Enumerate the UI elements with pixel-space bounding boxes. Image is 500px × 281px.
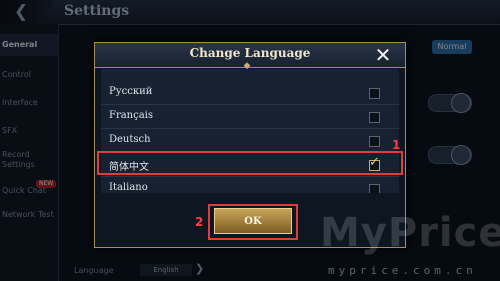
step-marker-1: 1 — [392, 138, 401, 152]
language-option-selected[interactable]: 简体中文 — [101, 153, 399, 177]
language-checkbox[interactable] — [369, 112, 380, 123]
step-marker-2: 2 — [195, 215, 204, 229]
dialog-header: Change Language ◆ ✕ — [95, 43, 405, 71]
language-list[interactable]: Русский Français Deutsch 简体中文 Italiano — [101, 69, 399, 193]
language-name: 简体中文 — [109, 162, 149, 173]
language-checkbox-checked[interactable] — [369, 155, 380, 171]
language-name: Deutsch — [109, 134, 151, 145]
language-checkbox[interactable] — [369, 88, 380, 99]
language-checkbox[interactable] — [369, 184, 380, 193]
language-name: Français — [109, 110, 154, 121]
dialog-title: Change Language — [189, 46, 311, 60]
watermark-url: myprice.com.cn — [328, 264, 477, 277]
close-icon[interactable]: ✕ — [371, 44, 395, 66]
ok-button[interactable]: OK — [214, 208, 292, 234]
language-option[interactable]: Deutsch — [101, 129, 399, 153]
watermark: MyPrice — [320, 210, 500, 256]
language-name: Italiano — [109, 182, 148, 193]
language-option[interactable]: Français — [101, 105, 399, 129]
language-option[interactable]: Italiano — [101, 177, 399, 193]
language-option[interactable]: Русский — [101, 81, 399, 105]
language-name: Русский — [109, 86, 153, 97]
language-checkbox[interactable] — [369, 136, 380, 147]
